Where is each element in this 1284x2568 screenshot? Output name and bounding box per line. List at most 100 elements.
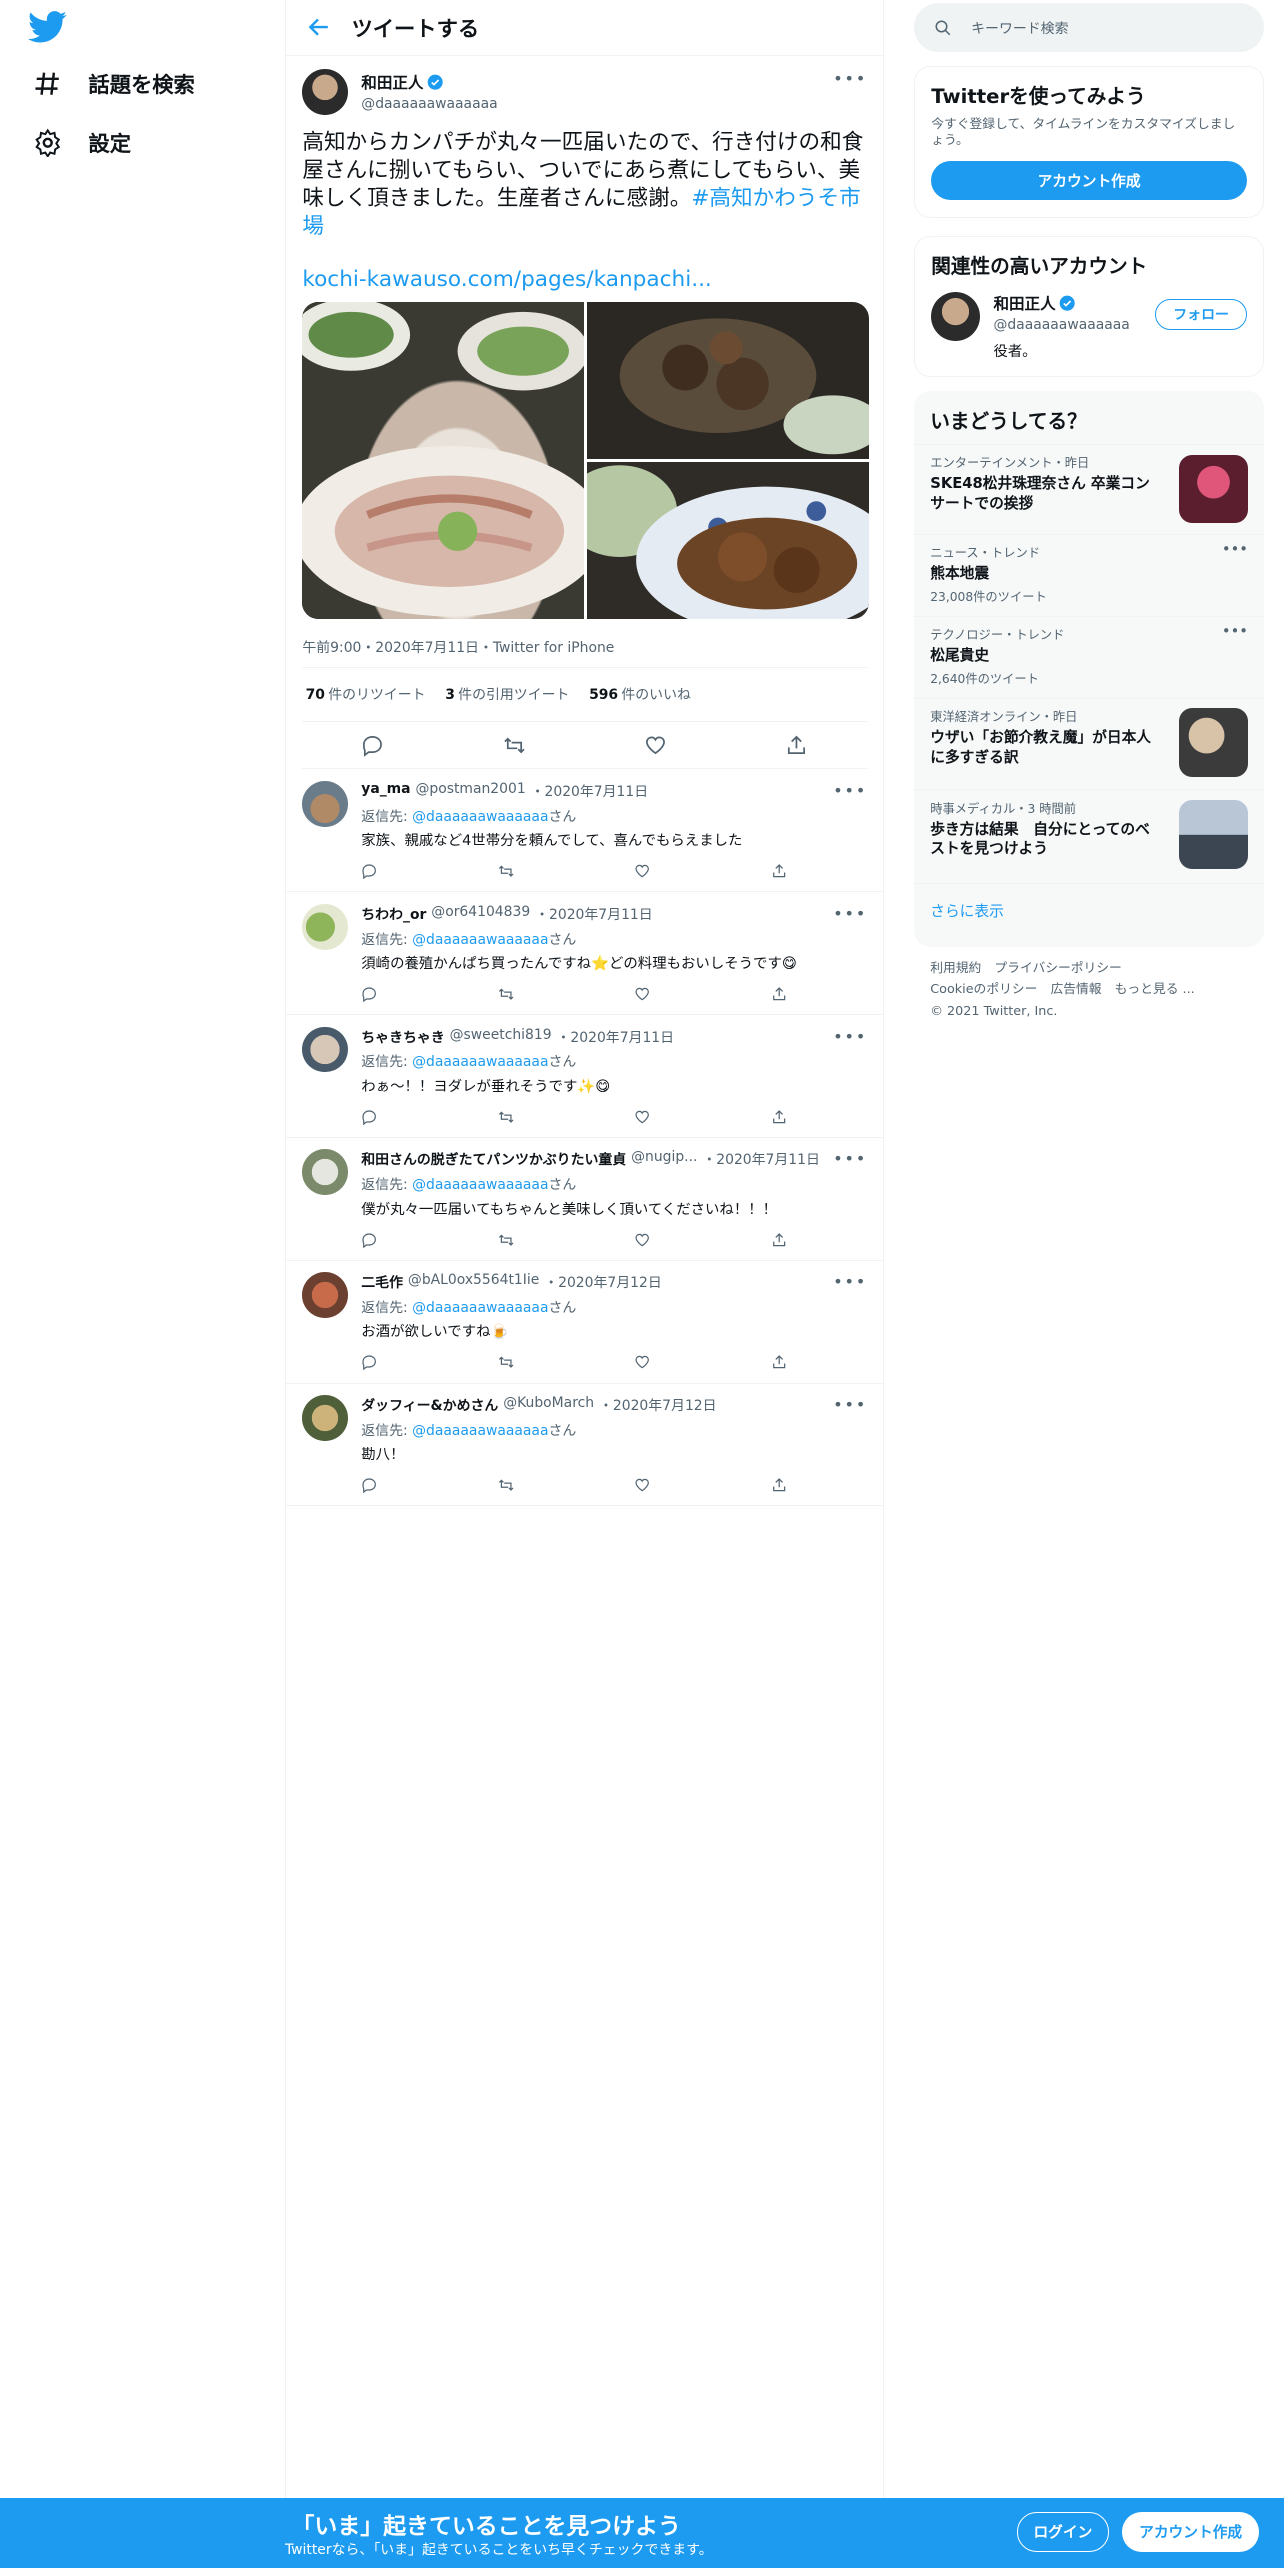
footer-ads[interactable]: 広告情報 bbox=[1050, 982, 1101, 997]
reply-icon[interactable] bbox=[361, 1109, 377, 1126]
more-options-icon[interactable]: ••• bbox=[833, 1027, 867, 1046]
reply-tweet[interactable]: 和田さんの脱ぎたてパンツかぶりたい童貞 @nugip... ・2020年7月11日 •… bbox=[285, 1138, 884, 1261]
like-heart-icon[interactable] bbox=[634, 1109, 650, 1125]
photo-simmered[interactable] bbox=[562, 462, 869, 620]
reply-date[interactable]: ・2020年7月11日 bbox=[557, 1027, 675, 1047]
reply-author-name[interactable]: ダッフィー&かめさん bbox=[361, 1395, 498, 1415]
back-arrow-icon[interactable] bbox=[306, 14, 332, 40]
reply-author-handle[interactable]: @nugip... bbox=[631, 1149, 697, 1169]
avatar[interactable] bbox=[302, 1026, 349, 1073]
more-options-icon[interactable]: ••• bbox=[833, 1395, 867, 1414]
twitter-logo-icon[interactable] bbox=[27, 11, 67, 44]
trend-item[interactable]: 東洋経済オンライン・昨日 ウザい「お節介教え魔」が日本人に多すぎる訳 bbox=[913, 697, 1265, 790]
author-name[interactable]: 和田正人 bbox=[361, 71, 423, 93]
reply-to-mention[interactable]: @daaaaaawaaaaaa bbox=[412, 1300, 548, 1316]
share-icon[interactable] bbox=[771, 1109, 787, 1125]
retweet-icon[interactable] bbox=[498, 1477, 514, 1493]
share-icon[interactable] bbox=[785, 734, 808, 757]
more-options-icon[interactable]: ••• bbox=[1222, 541, 1248, 558]
create-account-button[interactable]: アカウント作成 bbox=[931, 160, 1247, 201]
reply-date[interactable]: ・2020年7月12日 bbox=[599, 1395, 717, 1415]
reply-icon[interactable] bbox=[361, 986, 377, 1003]
related-account-item[interactable]: 和田正人 @daaaaaawaaaaaa 役者。 フォロー bbox=[915, 292, 1263, 361]
share-icon[interactable] bbox=[771, 1477, 787, 1493]
quote-count[interactable]: 3 件の引用ツイート bbox=[445, 684, 569, 704]
reply-author-handle[interactable]: @or64104839 bbox=[431, 904, 530, 924]
more-options-icon[interactable]: ••• bbox=[833, 781, 867, 800]
reply-tweet[interactable]: ちゃきちゃき @sweetchi819 ・2020年7月11日 ••• 返信先: @d… bbox=[285, 1015, 884, 1138]
follow-button[interactable]: フォロー bbox=[1155, 298, 1247, 330]
signup-button[interactable]: アカウント作成 bbox=[1121, 2512, 1260, 2552]
like-heart-icon[interactable] bbox=[634, 986, 650, 1002]
like-heart-icon[interactable] bbox=[634, 1354, 650, 1370]
avatar[interactable] bbox=[931, 292, 981, 342]
reply-author-name[interactable]: 和田さんの脱ぎたてパンツかぶりたい童貞 bbox=[361, 1149, 626, 1169]
reply-icon[interactable] bbox=[361, 1477, 377, 1494]
nav-settings[interactable]: 設定 bbox=[23, 113, 131, 172]
reply-date[interactable]: ・2020年7月11日 bbox=[535, 904, 653, 924]
share-icon[interactable] bbox=[771, 1232, 787, 1248]
share-icon[interactable] bbox=[771, 986, 787, 1002]
login-button[interactable]: ログイン bbox=[1017, 2512, 1109, 2552]
trend-item[interactable]: エンターテインメント・昨日 SKE48松井珠理奈さん 卒業コンサートでの挨拶 bbox=[913, 443, 1265, 534]
reply-author-name[interactable]: ちゃきちゃき bbox=[361, 1027, 444, 1047]
retweet-icon[interactable] bbox=[503, 734, 526, 757]
reply-date[interactable]: ・2020年7月12日 bbox=[544, 1272, 662, 1292]
footer-privacy[interactable]: プライバシーポリシー bbox=[994, 961, 1121, 976]
more-options-icon[interactable]: ••• bbox=[833, 69, 867, 88]
avatar[interactable] bbox=[302, 1395, 349, 1441]
reply-date[interactable]: ・2020年7月11日 bbox=[531, 781, 649, 801]
reply-tweet[interactable]: ちわわ_or @or64104839 ・2020年7月11日 ••• 返信先: @da… bbox=[285, 892, 884, 1016]
footer-cookie[interactable]: Cookieのポリシー bbox=[930, 982, 1037, 997]
retweet-icon[interactable] bbox=[498, 1232, 514, 1248]
related-account-name[interactable]: 和田正人 bbox=[993, 292, 1055, 314]
show-more-link[interactable]: さらに表示 bbox=[913, 882, 1265, 938]
reply-author-handle[interactable]: @sweetchi819 bbox=[450, 1027, 552, 1047]
footer-terms[interactable]: 利用規約 bbox=[930, 961, 981, 976]
avatar[interactable] bbox=[302, 1149, 349, 1196]
avatar[interactable] bbox=[302, 1272, 349, 1319]
reply-to-mention[interactable]: @daaaaaawaaaaaa bbox=[412, 1177, 548, 1193]
tweet-url-link[interactable]: kochi-kawauso.com/pages/kanpachi... bbox=[302, 267, 867, 292]
avatar[interactable] bbox=[302, 780, 349, 827]
share-icon[interactable] bbox=[771, 863, 787, 879]
like-heart-icon[interactable] bbox=[634, 1477, 650, 1493]
reply-author-handle[interactable]: @KuboMarch bbox=[503, 1395, 594, 1415]
retweet-icon[interactable] bbox=[498, 1354, 514, 1370]
author-handle[interactable]: @daaaaaawaaaaaa bbox=[361, 96, 497, 112]
reply-tweet[interactable]: ya_ma @postman2001 ・2020年7月11日 ••• 返信先: @da… bbox=[285, 769, 884, 893]
reply-author-name[interactable]: ちわわ_or bbox=[361, 904, 426, 924]
reply-icon[interactable] bbox=[361, 1232, 377, 1248]
trend-item[interactable]: テクノロジー・トレンド 松尾貴史 2,640件のツイート ••• bbox=[913, 615, 1265, 698]
reply-author-handle[interactable]: @bAL0ox5564t1Iie bbox=[408, 1272, 539, 1292]
more-options-icon[interactable]: ••• bbox=[833, 1272, 867, 1291]
like-count[interactable]: 596 件のいいね bbox=[589, 684, 691, 704]
like-heart-icon[interactable] bbox=[644, 734, 667, 757]
reply-to-mention[interactable]: @daaaaaawaaaaaa bbox=[412, 809, 548, 825]
trend-item[interactable]: ニュース・トレンド 熊本地震 23,008件のツイート ••• bbox=[913, 533, 1265, 616]
reply-to-mention[interactable]: @daaaaaawaaaaaa bbox=[412, 932, 548, 948]
reply-author-name[interactable]: 二毛作 bbox=[361, 1272, 403, 1292]
photo-sashimi[interactable] bbox=[302, 301, 606, 620]
more-options-icon[interactable]: ••• bbox=[833, 904, 867, 923]
reply-icon[interactable] bbox=[361, 734, 384, 757]
reply-to-mention[interactable]: @daaaaaawaaaaaa bbox=[412, 1054, 548, 1070]
reply-tweet[interactable]: ダッフィー&かめさん @KuboMarch ・2020年7月12日 ••• 返信先: … bbox=[285, 1384, 884, 1507]
avatar[interactable] bbox=[302, 903, 349, 950]
reply-author-name[interactable]: ya_ma bbox=[361, 781, 410, 801]
reply-date[interactable]: ・2020年7月11日 bbox=[702, 1149, 820, 1169]
reply-icon[interactable] bbox=[361, 863, 377, 880]
footer-more[interactable]: もっと見る ... bbox=[1115, 982, 1195, 997]
share-icon[interactable] bbox=[771, 1354, 787, 1370]
search-box[interactable]: キーワード検索 bbox=[913, 3, 1265, 53]
nav-explore[interactable]: 話題を検索 bbox=[23, 54, 195, 113]
reply-to-mention[interactable]: @daaaaaawaaaaaa bbox=[412, 1423, 548, 1439]
retweet-icon[interactable] bbox=[498, 863, 514, 879]
more-options-icon[interactable]: ••• bbox=[833, 1149, 867, 1168]
more-options-icon[interactable]: ••• bbox=[1222, 623, 1248, 640]
retweet-icon[interactable] bbox=[498, 1109, 514, 1125]
reply-author-handle[interactable]: @postman2001 bbox=[415, 781, 525, 801]
reply-icon[interactable] bbox=[361, 1354, 377, 1371]
avatar[interactable] bbox=[302, 68, 349, 115]
like-heart-icon[interactable] bbox=[634, 1232, 650, 1248]
